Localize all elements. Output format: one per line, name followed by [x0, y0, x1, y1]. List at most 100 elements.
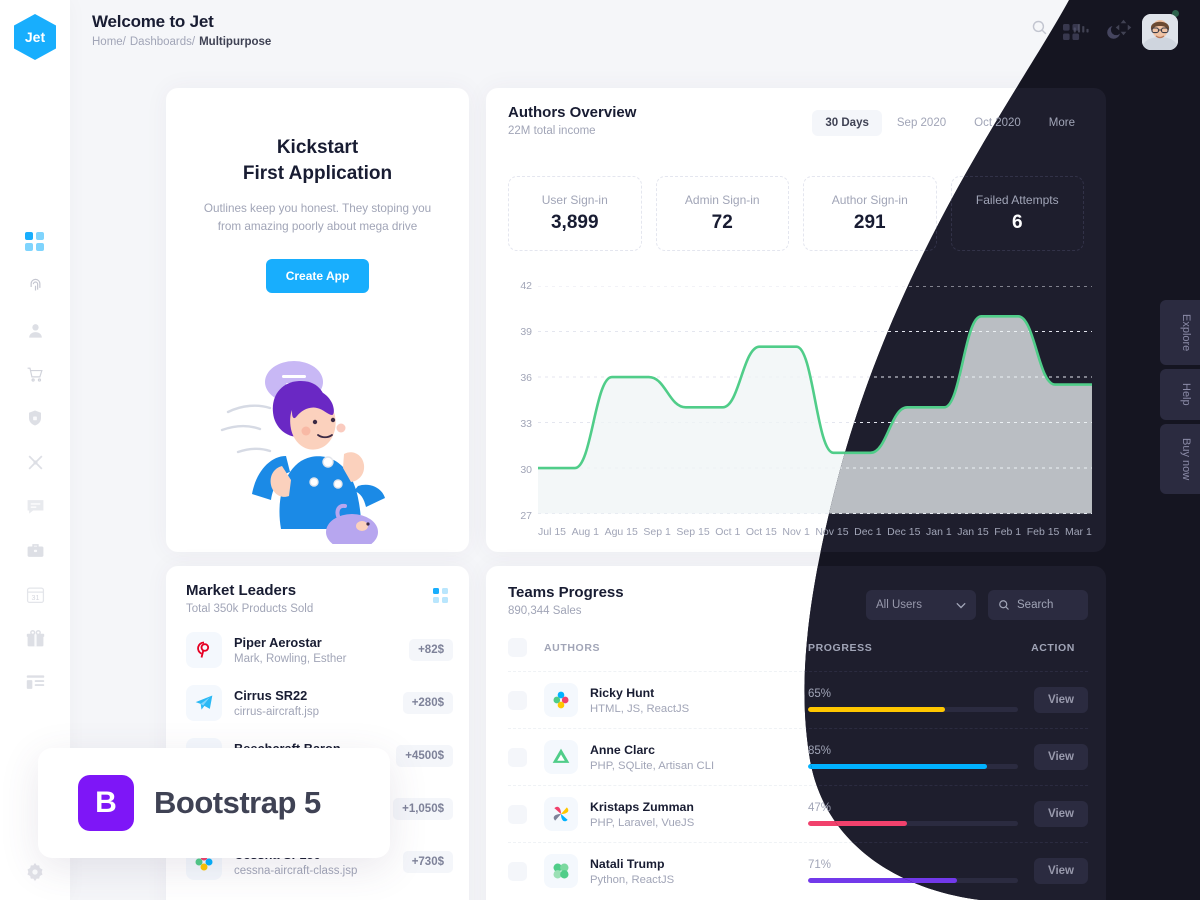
- breadcrumb: Home/ Dashboards/ Multipurpose: [92, 36, 271, 48]
- view-button[interactable]: View: [1034, 744, 1088, 770]
- author-stack: HTML, JS, ReactJS: [590, 702, 690, 715]
- x-tick: Jul 15: [538, 526, 567, 538]
- y-tick: 27: [520, 510, 532, 522]
- sidebar-item-cart[interactable]: [23, 362, 47, 386]
- sidebar-nav: 31: [23, 230, 47, 694]
- search-icon[interactable]: [1026, 14, 1052, 40]
- market-header: Market Leaders Total 350k Products Sold: [186, 582, 313, 615]
- market-item-badge: +82$: [409, 639, 453, 661]
- x-tick: Oct 15: [745, 526, 777, 538]
- breadcrumb-home[interactable]: Home/: [92, 36, 126, 48]
- rail-tab-help[interactable]: Help: [1160, 369, 1200, 420]
- search-icon: [998, 599, 1010, 611]
- view-button[interactable]: View: [1034, 687, 1088, 713]
- kickstart-title-line2: First Application: [242, 162, 393, 184]
- user-filter-label: All Users: [876, 599, 923, 611]
- market-item-sub: cessna-aircraft-class.jsp: [234, 865, 358, 877]
- y-tick: 39: [520, 326, 532, 338]
- market-item-badge: +4500$: [396, 745, 453, 767]
- teams-subtitle: 890,344 Sales: [508, 605, 582, 617]
- sidebar-item-dashboard[interactable]: [23, 230, 47, 254]
- row-checkbox[interactable]: [508, 804, 527, 824]
- grid-icon[interactable]: [1058, 19, 1084, 45]
- x-tick: Jan 15: [957, 526, 989, 538]
- pinwheel-icon: [544, 797, 578, 831]
- stat-value: 291: [853, 212, 886, 233]
- author-name: Kristaps Zumman: [590, 799, 694, 814]
- market-list-item[interactable]: Cirrus SR22 cirrus-aircraft.jsp +280$: [186, 685, 453, 721]
- x-tick: Oct 1: [715, 526, 741, 538]
- settings-icon[interactable]: [23, 860, 47, 884]
- market-item-badge: +730$: [402, 851, 453, 873]
- sidebar-item-security[interactable]: [23, 406, 47, 430]
- rail-tab-buy-now[interactable]: Buy now: [1160, 423, 1200, 495]
- kickstart-desc-line1: Outlines keep you honest. They stoping y…: [203, 202, 432, 216]
- view-button[interactable]: View: [1034, 858, 1088, 884]
- sidebar-item-gift[interactable]: [23, 626, 47, 650]
- tab-more[interactable]: More: [1036, 110, 1088, 136]
- authors-header: Authors Overview 22M total income: [508, 104, 636, 137]
- create-app-button[interactable]: Create App: [265, 258, 370, 293]
- x-tick: Nov 1: [782, 526, 810, 538]
- sidebar-item-layout[interactable]: [23, 670, 47, 694]
- bootstrap-badge[interactable]: B Bootstrap 5: [38, 748, 390, 858]
- authors-title: Authors Overview: [508, 104, 637, 121]
- figma-icon: [544, 683, 578, 717]
- right-rail: Explore Help Buy now: [1160, 300, 1200, 495]
- authors-subtitle: 22M total income: [508, 125, 596, 137]
- column-authors: AUTHORS: [544, 641, 601, 654]
- progress-cell: 47%: [808, 802, 1018, 826]
- row-checkbox[interactable]: [508, 690, 527, 710]
- x-tick: Dec 15: [887, 526, 921, 538]
- sidebar-item-drone[interactable]: [23, 450, 47, 474]
- progress-bar: [808, 764, 1018, 769]
- stat-label: Author Sign-in: [831, 193, 908, 207]
- rail-tab-explore[interactable]: Explore: [1160, 300, 1200, 366]
- market-subtitle: Total 350k Products Sold: [186, 603, 314, 615]
- tab-30-days[interactable]: 30 Days: [812, 110, 882, 136]
- market-item-badge: +280$: [402, 692, 453, 714]
- view-button[interactable]: View: [1034, 801, 1088, 827]
- y-tick: 36: [520, 372, 532, 384]
- column-action: ACTION: [1031, 641, 1075, 654]
- illustration-woman-phone: [220, 361, 385, 544]
- sidebar-item-briefcase[interactable]: [23, 538, 47, 562]
- market-item-sub: cirrus-aircraft.jsp: [234, 706, 319, 718]
- teams-search-placeholder: Search: [1017, 599, 1054, 611]
- market-item-name: Piper Aerostar: [234, 635, 322, 650]
- stat-admin-signin: Admin Sign-in 72: [655, 176, 789, 251]
- kickstart-desc-line2: from amazing poorly about mega drive: [217, 220, 418, 234]
- sidebar-item-user[interactable]: [23, 318, 47, 342]
- progress-cell: 65%: [808, 688, 1018, 712]
- avatar[interactable]: [1142, 14, 1178, 50]
- moon-icon[interactable]: [1100, 19, 1126, 45]
- grid-dots-icon[interactable]: [433, 588, 449, 604]
- author-name: Natali Trump: [590, 856, 665, 871]
- x-tick: Feb 15: [1026, 526, 1060, 538]
- progress-cell: 85%: [808, 745, 1018, 769]
- row-checkbox[interactable]: [508, 861, 527, 881]
- sidebar-item-chat[interactable]: [23, 494, 47, 518]
- sidebar-item-calendar[interactable]: 31: [23, 582, 47, 606]
- row-checkbox[interactable]: [508, 747, 527, 767]
- sidebar-item-fingerprint[interactable]: [23, 274, 47, 298]
- chevron-down-icon: [956, 600, 966, 610]
- y-tick: 42: [520, 280, 532, 292]
- stat-user-signin: User Sign-in 3,899: [508, 176, 642, 251]
- bootstrap-logo-icon: B: [78, 775, 134, 831]
- select-all-checkbox[interactable]: [508, 638, 527, 657]
- x-tick: Sep 1: [643, 526, 671, 538]
- teams-search-input[interactable]: Search: [988, 590, 1088, 620]
- x-tick: Agu 15: [604, 526, 638, 538]
- breadcrumb-dashboards[interactable]: Dashboards/: [130, 36, 195, 48]
- author-stack: PHP, Laravel, VueJS: [590, 816, 695, 829]
- tab-sep-2020[interactable]: Sep 2020: [884, 110, 959, 136]
- teams-title: Teams Progress: [508, 584, 624, 601]
- x-tick: Jan 1: [925, 526, 952, 538]
- stat-label: Admin Sign-in: [684, 193, 760, 207]
- market-list-item[interactable]: Piper Aerostar Mark, Rowling, Esther +82$: [186, 632, 453, 668]
- teams-header: Teams Progress 890,344 Sales: [508, 584, 624, 617]
- author-name: Anne Clarc: [590, 742, 655, 757]
- user-filter-select[interactable]: All Users: [866, 590, 976, 620]
- app-logo[interactable]: Jet: [14, 14, 56, 60]
